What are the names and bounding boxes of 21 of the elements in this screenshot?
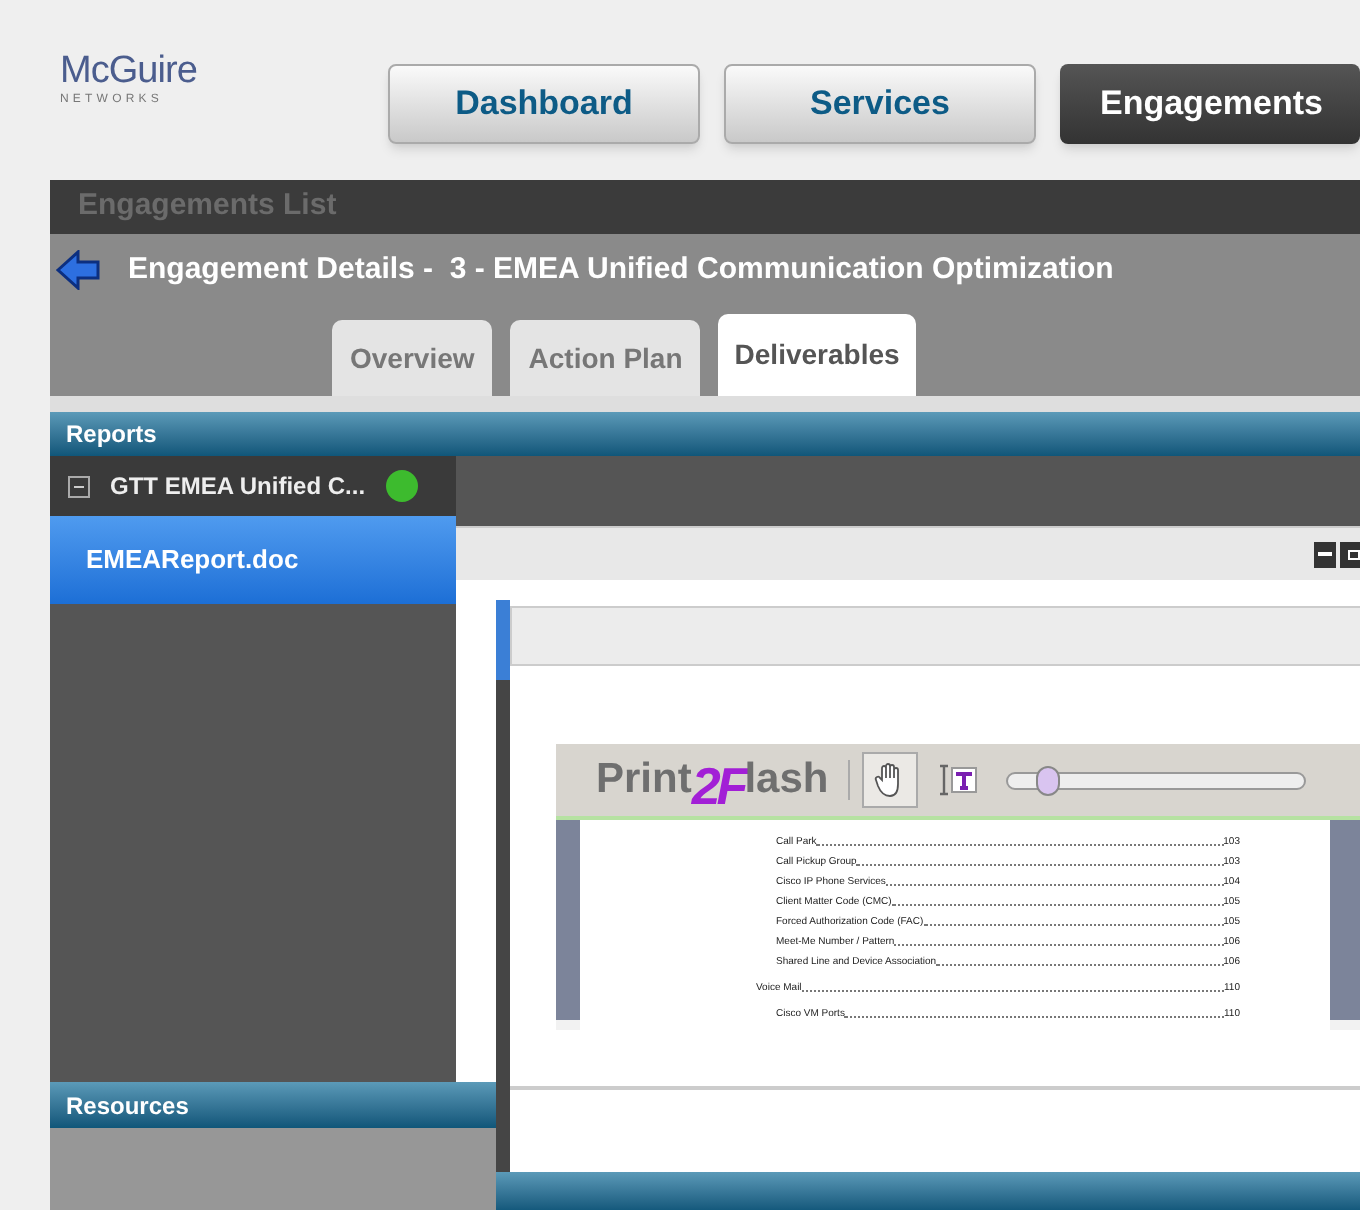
nav-button[interactable]: Engagements [1060, 64, 1360, 144]
logo-name: McGuire [60, 52, 197, 92]
back-arrow-icon[interactable] [56, 250, 100, 290]
tab[interactable]: Overview [332, 320, 493, 396]
zoom-slider[interactable] [1006, 771, 1307, 789]
scrollbar[interactable] [496, 600, 510, 1172]
minimize-button[interactable] [1314, 541, 1336, 567]
resources-title: Resources [66, 1089, 189, 1123]
hand-tool-button[interactable] [862, 752, 919, 808]
scrollbar-thumb[interactable] [496, 600, 510, 680]
nav-button[interactable]: Services [724, 64, 1036, 144]
tab[interactable]: Action Plan [510, 320, 701, 396]
tree-item[interactable]: EMEAReport.doc [50, 516, 456, 604]
text-cursor-icon [938, 764, 979, 796]
tab[interactable]: Deliverables [718, 314, 916, 396]
slider-thumb[interactable] [1036, 765, 1061, 795]
reports-title: Reports [66, 418, 157, 452]
collapse-toggle[interactable] [68, 475, 90, 497]
details-title: Engagement Details - 3 - EMEA Unified Communication Optimization [128, 249, 1114, 290]
maximize-button[interactable] [1340, 541, 1360, 567]
nav-button[interactable]: Dashboard [388, 64, 700, 144]
